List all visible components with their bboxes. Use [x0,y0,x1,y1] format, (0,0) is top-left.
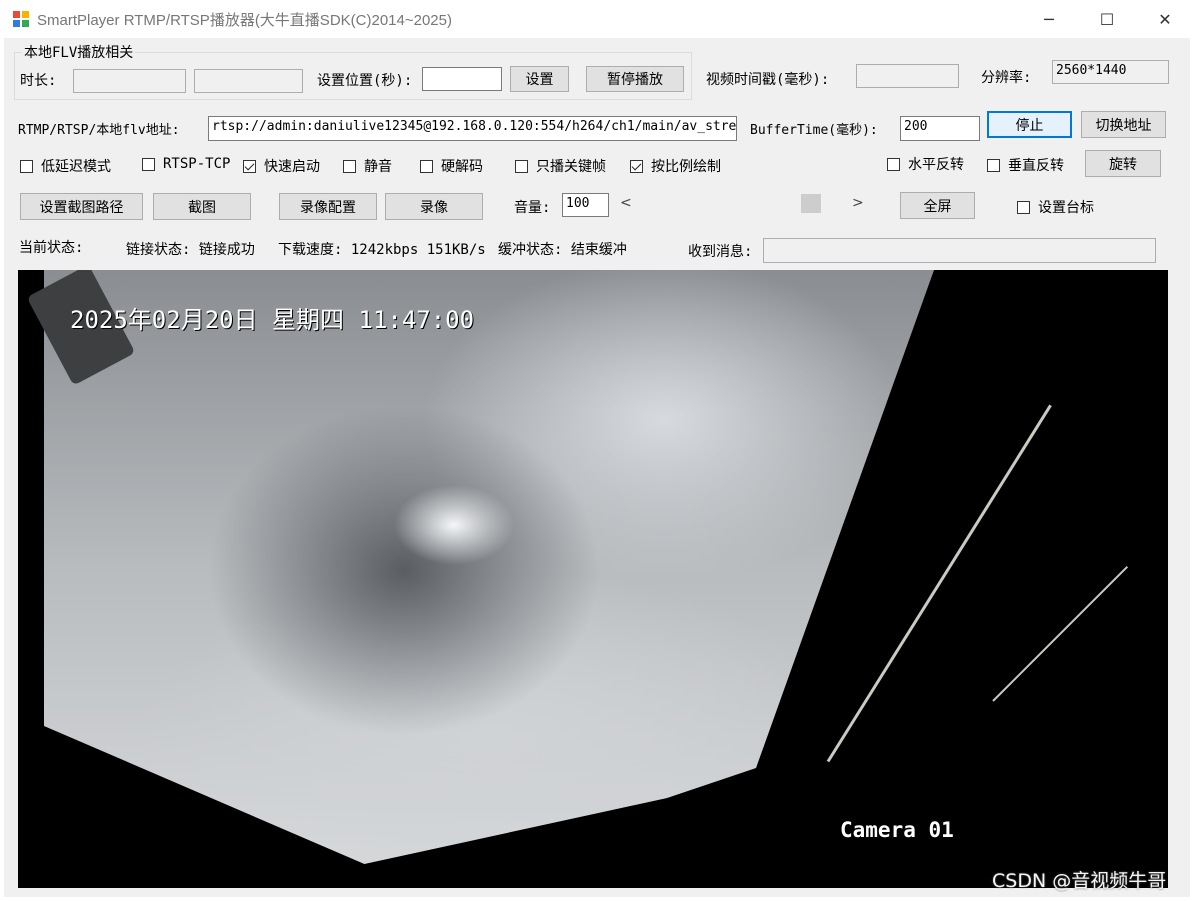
checkbox-box [20,159,33,173]
video-timestamp-label: 视频时间戳(毫秒): [706,72,830,88]
stop-button[interactable]: 停止 [987,111,1072,138]
logo-checkbox[interactable]: 设置台标 [1017,197,1094,217]
link-status-text: 链接状态: 链接成功 [126,242,255,258]
flv-group-legend: 本地FLV播放相关 [22,42,136,62]
checkbox-label: 只播关键帧 [536,159,606,175]
checkbox-label: 快速启动 [264,159,320,175]
slider-right-arrow-icon[interactable]: > [852,195,864,211]
volume-input[interactable]: 100 [562,193,609,217]
close-button[interactable]: ✕ [1136,0,1194,38]
keyframe-only-checkbox[interactable]: 只播关键帧 [515,156,606,176]
app-icon [13,11,29,27]
seek-position-label: 设置位置(秒): [317,73,413,89]
resolution-field[interactable]: 2560*1440 [1052,60,1169,84]
rotate-button[interactable]: 旋转 [1085,150,1161,177]
volume-slider[interactable] [614,193,866,215]
checkbox-box [420,159,433,173]
message-label: 收到消息: [688,244,753,260]
maximize-icon: ☐ [1099,9,1115,29]
video-frame-image [44,270,934,864]
checkbox-label: 静音 [364,159,392,175]
minimize-icon: ─ [1044,9,1054,29]
checkbox-box [343,159,356,173]
checkbox-label: 水平反转 [908,157,964,173]
checkbox-label: 硬解码 [441,159,483,175]
checkbox-box [630,159,643,173]
aspect-ratio-checkbox[interactable]: 按比例绘制 [630,156,721,176]
checkbox-label: 低延迟模式 [41,159,111,175]
frame-edge-line [992,565,1129,702]
checkbox-box [515,159,528,173]
watermark: CSDN @音视频牛哥 [992,870,1167,892]
volume-slider-thumb[interactable] [801,194,822,213]
download-speed-text: 下载速度: 1242kbps 151KB/s [278,242,486,258]
checkbox-label: 垂直反转 [1008,158,1064,174]
flip-vertical-checkbox[interactable]: 垂直反转 [987,155,1064,175]
mute-checkbox[interactable]: 静音 [343,156,392,176]
hw-decode-checkbox[interactable]: 硬解码 [420,156,483,176]
resolution-label: 分辨率: [981,70,1032,86]
buffer-status-text: 缓冲状态: 结束缓冲 [498,242,627,258]
rtsp-tcp-checkbox[interactable]: RTSP-TCP [142,156,230,172]
checkbox-box [987,158,1000,172]
close-icon: ✕ [1158,9,1172,29]
checkbox-box [1017,200,1030,214]
seek-position-input[interactable] [422,67,502,91]
pause-play-button[interactable]: 暂停播放 [586,66,684,92]
title-bar[interactable]: SmartPlayer RTMP/RTSP播放器(大牛直播SDK(C)2014~… [0,0,1194,38]
duration-label: 时长: [20,73,57,89]
record-button[interactable]: 录像 [385,193,483,220]
fullscreen-button[interactable]: 全屏 [900,192,975,219]
duration-field-1[interactable] [73,69,186,93]
url-input[interactable]: rtsp://admin:daniulive12345@192.168.0.12… [208,116,737,141]
set-position-button[interactable]: 设置 [510,66,569,92]
url-label: RTMP/RTSP/本地flv地址: [18,123,180,138]
buffer-time-input[interactable]: 200 [900,116,980,141]
maximize-button[interactable]: ☐ [1078,0,1136,38]
duration-field-2[interactable] [194,69,303,93]
slider-left-arrow-icon[interactable]: < [620,195,632,211]
buffer-time-label: BufferTime(毫秒): [750,123,878,138]
osd-datetime: 2025年02月20日 星期四 11:47:00 [70,306,475,334]
volume-label: 音量: [514,200,551,216]
video-timestamp-field[interactable] [856,64,959,88]
window-title: SmartPlayer RTMP/RTSP播放器(大牛直播SDK(C)2014~… [37,12,452,29]
minimize-button[interactable]: ─ [1020,0,1078,38]
switch-url-button[interactable]: 切换地址 [1081,111,1166,138]
fast-start-checkbox[interactable]: 快速启动 [243,156,320,176]
checkbox-label: RTSP-TCP [163,156,231,172]
checkbox-label: 设置台标 [1038,200,1094,216]
osd-camera-label: Camera 01 [840,818,954,842]
video-display[interactable]: 2025年02月20日 星期四 11:47:00 Camera 01 [18,270,1168,888]
checkbox-box [142,157,155,171]
record-config-button[interactable]: 录像配置 [279,193,377,220]
low-latency-checkbox[interactable]: 低延迟模式 [20,156,111,176]
current-status-label: 当前状态: [19,240,84,256]
flip-horizontal-checkbox[interactable]: 水平反转 [887,154,964,174]
snapshot-path-button[interactable]: 设置截图路径 [20,193,143,220]
checkbox-label: 按比例绘制 [651,159,721,175]
message-field[interactable] [763,238,1156,263]
checkbox-box [243,159,256,173]
snapshot-button[interactable]: 截图 [153,193,251,220]
checkbox-box [887,157,900,171]
